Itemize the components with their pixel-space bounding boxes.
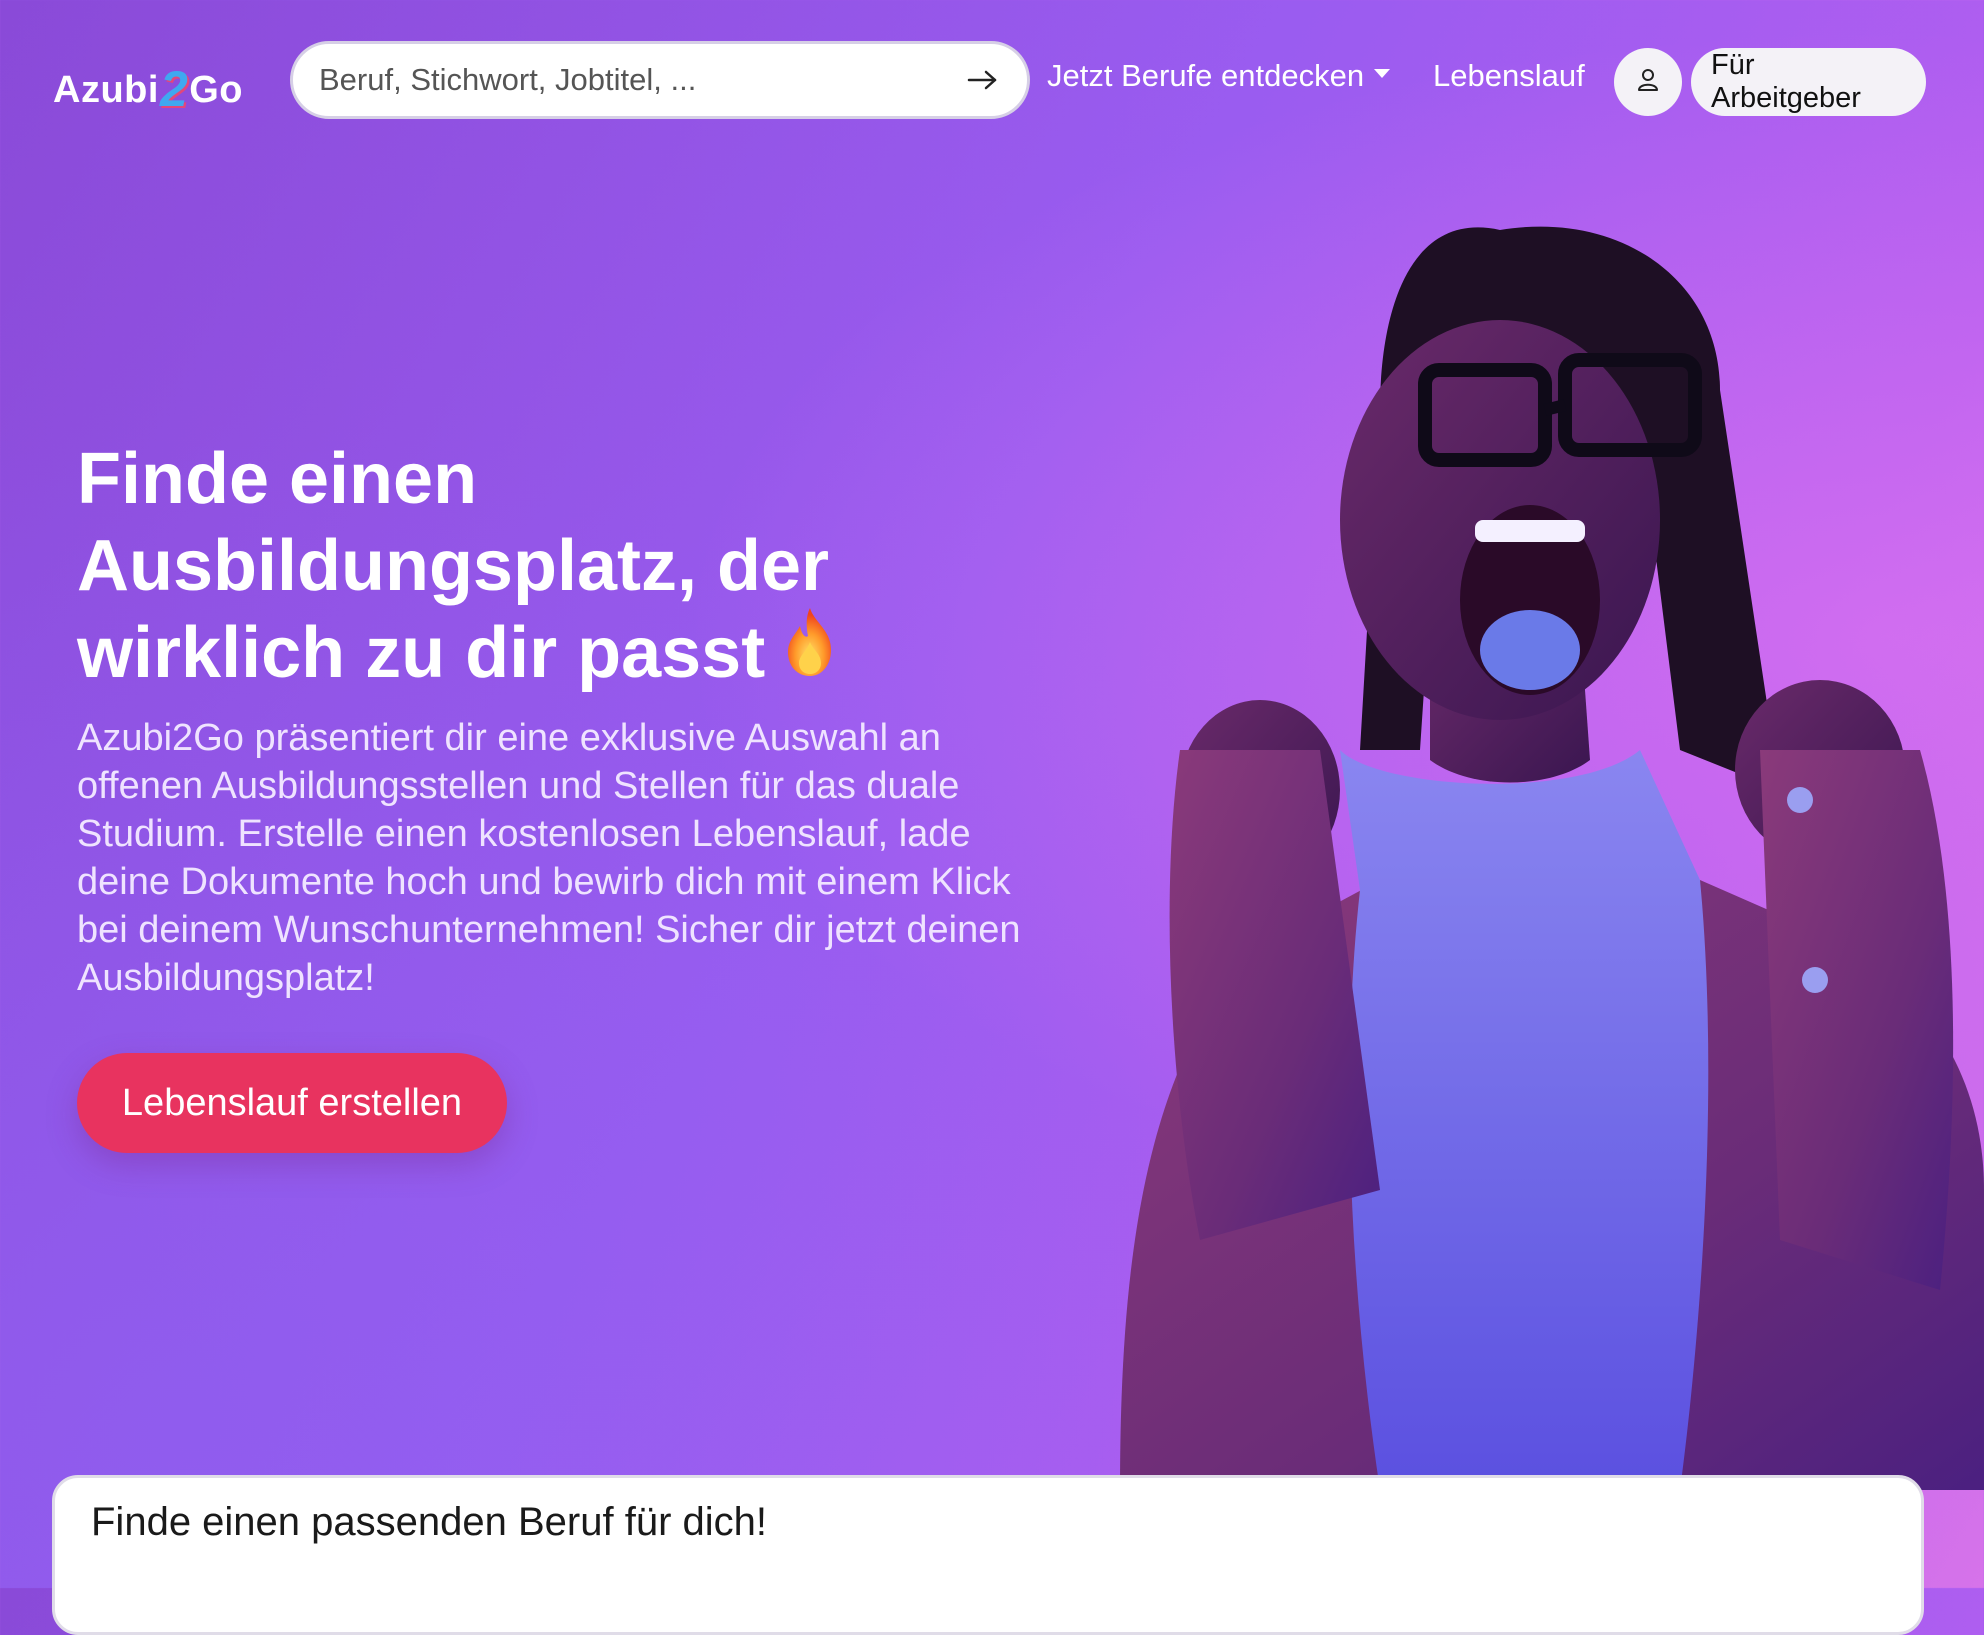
- card-title: Finde einen passenden Beruf für dich!: [91, 1500, 767, 1544]
- employer-button[interactable]: Für Arbeitgeber: [1691, 48, 1926, 116]
- site-header: Azubi2Go Jetzt Berufe entdecken Lebensla…: [0, 0, 1984, 160]
- hero-description: Azubi2Go präsentiert dir eine exklusive …: [77, 717, 1021, 999]
- user-button[interactable]: [1614, 48, 1682, 116]
- nav-cv-link[interactable]: Lebenslauf: [1433, 58, 1585, 94]
- job-finder-card: Finde einen passenden Beruf für dich!: [52, 1475, 1924, 1635]
- logo-two: 2: [159, 61, 189, 117]
- caret-down-icon: [1374, 69, 1391, 79]
- hero-image: [1080, 190, 1984, 1490]
- hero-title-line3: wirklich zu dir passt: [77, 613, 766, 693]
- logo[interactable]: Azubi 2 Go: [53, 56, 244, 117]
- hero-title-line1: Finde einen: [77, 439, 478, 519]
- arrow-right-icon[interactable]: [963, 60, 1003, 100]
- create-cv-button[interactable]: Lebenslauf erstellen: [77, 1053, 507, 1153]
- logo-suffix: Go: [189, 69, 244, 111]
- nav-discover-label: Jetzt Berufe entdecken: [1047, 58, 1365, 93]
- logo-prefix: Azubi: [53, 69, 159, 111]
- fire-icon: [779, 606, 841, 698]
- user-icon: [1634, 66, 1662, 99]
- search-input[interactable]: [317, 61, 963, 99]
- hero-title-line2: Ausbildungsplatz, der: [77, 526, 830, 606]
- hero-title: Finde einen Ausbildungsplatz, der wirkli…: [77, 436, 977, 704]
- search-bar: [290, 41, 1030, 119]
- nav-discover-dropdown[interactable]: Jetzt Berufe entdecken: [1047, 58, 1391, 94]
